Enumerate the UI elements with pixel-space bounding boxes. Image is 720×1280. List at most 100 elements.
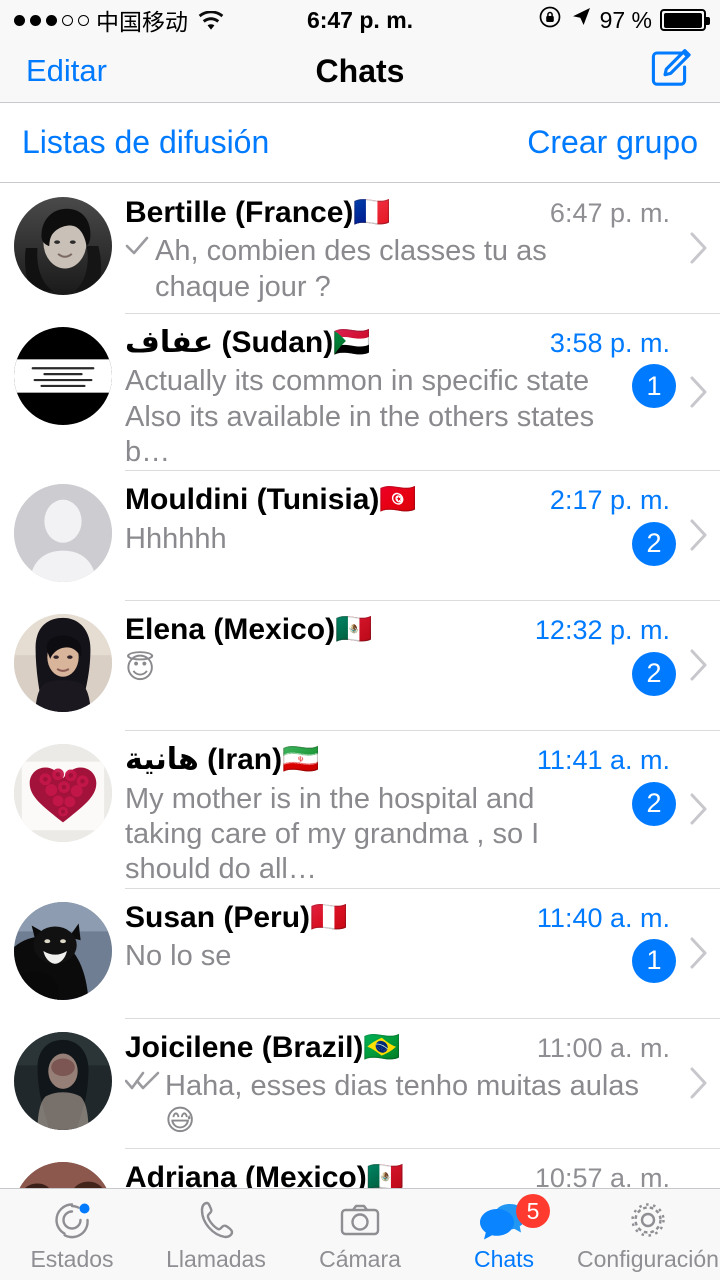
chat-list-item[interactable]: عفاف (Sudan) 🇸🇩 3:58 p. m. Actually its … [0, 313, 720, 470]
chat-bubbles-icon: 5 [480, 1194, 550, 1242]
country-flag-icon: 🇲🇽 [366, 1160, 405, 1188]
chevron-right-icon [690, 376, 708, 408]
tab-chats[interactable]: 5 Chats [432, 1194, 576, 1273]
camera-icon [338, 1198, 382, 1242]
chat-header-line: عفاف (Sudan) 🇸🇩 3:58 p. m. [125, 324, 706, 361]
chevron-right-icon [690, 649, 708, 681]
location-arrow-icon [570, 6, 592, 34]
avatar [13, 614, 112, 713]
chat-content: Adriana (Mexico) 🇲🇽 10:57 a. m. [125, 1159, 720, 1188]
unread-badge: 2 [632, 521, 676, 566]
chat-contact-name: Adriana (Mexico) [125, 1160, 367, 1188]
tab-estados[interactable]: Estados [0, 1198, 144, 1273]
navigation-bar: Editar Chats [0, 40, 720, 103]
phone-icon [194, 1198, 238, 1242]
chevron-right-icon [690, 793, 708, 825]
whatsapp-chats-screen: 中国移动 6:47 p. m. 97 % Editar Chats Listas… [0, 0, 720, 1280]
chevron-right-icon [690, 232, 708, 264]
chevron-right-icon [690, 519, 708, 551]
chat-contact-name: Elena (Mexico) [125, 613, 336, 647]
unread-badge: 1 [632, 938, 676, 983]
chat-preview-line: Hhhhhh 2 [125, 521, 706, 566]
chat-message-preview: Actually its common in specific state Al… [125, 365, 595, 468]
chat-message-preview: Hhhhhh [125, 522, 227, 555]
page-title: Chats [315, 52, 405, 89]
chat-timestamp: 12:32 p. m. [534, 615, 670, 646]
chat-list-item[interactable]: Joicilene (Brazil) 🇧🇷 11:00 a. m. Haha, … [0, 1017, 720, 1148]
single-check-icon [125, 234, 151, 261]
country-flag-icon: 🇲🇽 [335, 613, 373, 647]
tab-bar: Estados Llamadas Cámara 5 Chats Configur… [0, 1188, 720, 1280]
chat-header-line: Bertille (France) 🇫🇷 6:47 p. m. [125, 194, 706, 231]
chat-list-item[interactable]: هانية (Iran) 🇮🇷 11:41 a. m. My mother is… [0, 730, 720, 887]
compose-icon [648, 46, 694, 97]
battery-icon [660, 9, 710, 31]
status-rings-icon [50, 1198, 94, 1242]
chat-timestamp: 11:41 a. m. [536, 745, 670, 776]
chat-contact-name: هانية (Iran) [125, 743, 283, 777]
chat-content: Susan (Peru) 🇵🇪 11:40 a. m. No lo se 1 [125, 899, 720, 983]
chat-list-item[interactable]: Bertille (France) 🇫🇷 6:47 p. m. Ah, comb… [0, 183, 720, 313]
chat-header-line: هانية (Iran) 🇮🇷 11:41 a. m. [125, 741, 706, 778]
chat-message-preview: Ah, combien des classes tu as chaque jou… [155, 235, 547, 303]
tab-label: Configuración [577, 1246, 719, 1272]
chat-list-item[interactable]: Elena (Mexico) 🇲🇽 12:32 p. m. 😇 2 [0, 600, 720, 730]
chat-header-line: Mouldini (Tunisia) 🇹🇳 2:17 p. m. [125, 481, 706, 518]
chat-contact-name: Bertille (France) [125, 196, 354, 229]
chat-message-preview: Haha, esses dias tenho muitas aulas😅 [165, 1069, 639, 1138]
chevron-right-icon [690, 1067, 708, 1099]
avatar [13, 484, 112, 583]
country-flag-icon: 🇧🇷 [363, 1030, 401, 1064]
new-group-button[interactable]: Crear grupo [527, 124, 698, 161]
tab-label: Llamadas [166, 1246, 266, 1272]
chat-message-preview: No lo se [125, 939, 232, 972]
chat-list-item[interactable]: Adriana (Mexico) 🇲🇽 10:57 a. m. [0, 1147, 720, 1188]
battery-percent-label: 97 % [599, 6, 652, 33]
tab-label: Cámara [319, 1246, 401, 1272]
chat-contact-name: Susan (Peru) [125, 900, 311, 934]
chat-timestamp: 11:40 a. m. [536, 902, 670, 933]
chat-header-line: Adriana (Mexico) 🇲🇽 10:57 a. m. [125, 1159, 706, 1188]
tab-configuracin[interactable]: Configuración [576, 1198, 720, 1273]
chat-preview-line: Haha, esses dias tenho muitas aulas😅 [124, 1069, 706, 1140]
chat-contact-name: Joicilene (Brazil) [125, 1030, 364, 1064]
broadcast-lists-button[interactable]: Listas de difusión [22, 124, 269, 161]
avatar [13, 1161, 112, 1188]
chat-preview-line: 😇 2 [125, 651, 706, 696]
country-flag-icon: 🇫🇷 [353, 196, 391, 229]
chat-list[interactable]: Bertille (France) 🇫🇷 6:47 p. m. Ah, comb… [0, 183, 720, 1188]
avatar-container [0, 741, 125, 843]
chat-contact-name: عفاف (Sudan) [125, 326, 334, 359]
edit-button[interactable]: Editar [26, 53, 107, 89]
wifi-icon [198, 10, 224, 30]
avatar-container [0, 611, 125, 713]
chat-content: Joicilene (Brazil) 🇧🇷 11:00 a. m. Haha, … [124, 1029, 720, 1140]
chat-message-preview: My mother is in the hospital and taking … [125, 782, 540, 886]
chevron-right-icon [690, 937, 708, 969]
carrier-label: 中国移动 [96, 9, 188, 35]
chat-list-item[interactable]: Mouldini (Tunisia) 🇹🇳 2:17 p. m. Hhhhhh … [0, 470, 720, 600]
status-bar-left: 中国移动 [14, 3, 224, 37]
country-flag-icon: 🇸🇩 [333, 326, 371, 359]
signal-strength-icon [14, 14, 89, 26]
compose-button[interactable] [648, 46, 694, 97]
chat-message-preview: 😇 [125, 652, 156, 685]
chat-list-item[interactable]: Susan (Peru) 🇵🇪 11:40 a. m. No lo se 1 [0, 887, 720, 1018]
chat-timestamp: 3:58 p. m. [549, 328, 670, 358]
chat-content: Elena (Mexico) 🇲🇽 12:32 p. m. 😇 2 [125, 611, 720, 696]
chat-header-line: Susan (Peru) 🇵🇪 11:40 a. m. [125, 899, 706, 936]
tab-llamadas[interactable]: Llamadas [144, 1198, 288, 1273]
chat-timestamp: 10:57 a. m. [534, 1162, 670, 1188]
tab-label: Chats [473, 1246, 535, 1272]
avatar-container [0, 1159, 125, 1188]
unread-badge: 2 [632, 781, 676, 826]
chat-content: Mouldini (Tunisia) 🇹🇳 2:17 p. m. Hhhhhh … [125, 481, 720, 566]
list-actions-row: Listas de difusión Crear grupo [0, 103, 720, 183]
chat-content: عفاف (Sudan) 🇸🇩 3:58 p. m. Actually its … [125, 324, 720, 470]
avatar-container [0, 324, 125, 425]
tab-cmara[interactable]: Cámara [288, 1198, 432, 1273]
country-flag-icon: 🇮🇷 [282, 743, 320, 777]
avatar [13, 744, 112, 843]
status-bar: 中国移动 6:47 p. m. 97 % [0, 0, 720, 40]
avatar-container [0, 481, 125, 583]
